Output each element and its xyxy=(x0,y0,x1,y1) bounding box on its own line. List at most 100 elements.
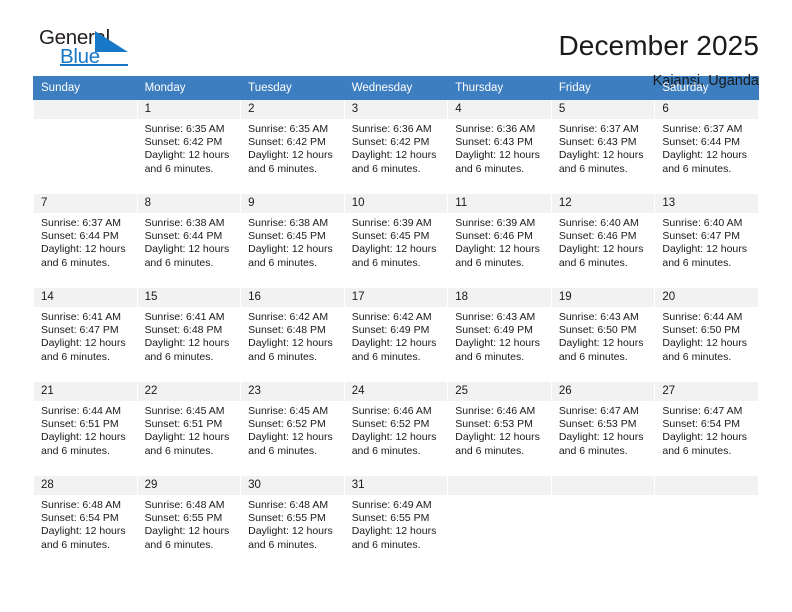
calendar-day-cell[interactable]: 7 Sunrise: 6:37 AM Sunset: 6:44 PM Daylight… xyxy=(33,194,138,284)
daylight-text-line2: and 6 minutes. xyxy=(558,162,628,175)
page-title: December 2025 xyxy=(558,30,759,61)
day-cell-inner: 12 Sunrise: 6:40 AM Sunset: 6:46 PM Dayligh… xyxy=(551,194,655,284)
day-number xyxy=(551,476,655,495)
calendar-day-cell[interactable]: 26 Sunrise: 6:47 AM Sunset: 6:53 PM Dayligh… xyxy=(550,382,656,472)
day-cell-inner: 25 Sunrise: 6:46 AM Sunset: 6:53 PM Dayligh… xyxy=(448,382,551,472)
general-blue-logo[interactable]: General Blue xyxy=(33,27,153,76)
sunrise-text: Sunrise: 6:47 AM xyxy=(662,405,743,417)
sunrise-text: Sunrise: 6:37 AM xyxy=(41,217,121,229)
daylight-text-line2: and 6 minutes. xyxy=(41,350,110,363)
daylight-text-line2: and 6 minutes. xyxy=(662,162,732,175)
sunrise-text: Sunrise: 6:35 AM xyxy=(144,123,225,135)
calendar-day-cell[interactable]: 18 Sunrise: 6:43 AM Sunset: 6:49 PM Dayligh… xyxy=(447,288,552,378)
day-cell-inner xyxy=(448,476,551,566)
calendar-day-cell[interactable]: 13 Sunrise: 6:40 AM Sunset: 6:47 PM Dayligh… xyxy=(654,194,759,284)
sunset-text: Sunset: 6:53 PM xyxy=(455,418,533,431)
day-cell-inner: 11 Sunrise: 6:39 AM Sunset: 6:46 PM Dayligh… xyxy=(448,194,551,284)
day-number: 23 xyxy=(241,382,344,401)
calendar-day-cell[interactable]: 8 Sunrise: 6:38 AM Sunset: 6:44 PM Daylight… xyxy=(136,194,242,284)
sunset-text: Sunset: 6:42 PM xyxy=(248,136,326,149)
calendar-day-cell[interactable]: 12 Sunrise: 6:40 AM Sunset: 6:46 PM Dayligh… xyxy=(550,194,656,284)
day-sun-info: Sunrise: 6:36 AM Sunset: 6:43 PM Daylight:… xyxy=(448,119,551,176)
day-sun-info: Sunrise: 6:47 AM Sunset: 6:53 PM Daylight:… xyxy=(552,401,655,458)
day-sun-info: Sunrise: 6:48 AM Sunset: 6:55 PM Daylight:… xyxy=(138,495,241,552)
day-cell-inner: 30 Sunrise: 6:48 AM Sunset: 6:55 PM Dayligh… xyxy=(241,476,344,566)
daylight-text-line1: Daylight: 12 hours xyxy=(248,525,333,538)
day-cell-inner: 15 Sunrise: 6:41 AM Sunset: 6:48 PM Dayligh… xyxy=(137,288,241,378)
calendar-day-cell[interactable]: 22 Sunrise: 6:45 AM Sunset: 6:51 PM Dayligh… xyxy=(136,382,242,472)
calendar-day-cell[interactable]: 19 Sunrise: 6:43 AM Sunset: 6:50 PM Dayligh… xyxy=(550,288,656,378)
daylight-text-line1: Daylight: 12 hours xyxy=(662,337,748,350)
day-number: 30 xyxy=(241,476,344,495)
sunrise-text: Sunrise: 6:47 AM xyxy=(558,405,639,417)
day-number: 22 xyxy=(137,382,241,401)
daylight-text-line1: Daylight: 12 hours xyxy=(662,149,748,162)
day-number: 9 xyxy=(241,194,344,213)
calendar-day-cell[interactable]: 29 Sunrise: 6:48 AM Sunset: 6:55 PM Dayligh… xyxy=(136,476,242,566)
sunrise-text: Sunrise: 6:42 AM xyxy=(248,311,329,323)
calendar-day-cell[interactable]: 11 Sunrise: 6:39 AM Sunset: 6:46 PM Dayligh… xyxy=(447,194,552,284)
day-number: 17 xyxy=(344,288,448,307)
daylight-text-line2: and 6 minutes. xyxy=(662,444,732,457)
day-cell-inner: 29 Sunrise: 6:48 AM Sunset: 6:55 PM Dayligh… xyxy=(137,476,241,566)
calendar-day-cell[interactable]: 10 Sunrise: 6:39 AM Sunset: 6:45 PM Dayligh… xyxy=(343,194,449,284)
calendar-day-cell[interactable]: 25 Sunrise: 6:46 AM Sunset: 6:53 PM Dayligh… xyxy=(447,382,552,472)
day-number: 26 xyxy=(551,382,655,401)
calendar-day-cell[interactable]: 24 Sunrise: 6:46 AM Sunset: 6:52 PM Dayligh… xyxy=(343,382,449,472)
sunrise-text: Sunrise: 6:36 AM xyxy=(351,123,432,135)
calendar-day-cell[interactable]: 21 Sunrise: 6:44 AM Sunset: 6:51 PM Dayligh… xyxy=(33,382,138,472)
sunset-text: Sunset: 6:42 PM xyxy=(351,136,430,149)
calendar-day-cell[interactable]: 17 Sunrise: 6:42 AM Sunset: 6:49 PM Dayligh… xyxy=(343,288,449,378)
daylight-text-line2: and 6 minutes. xyxy=(351,444,421,457)
calendar-day-cell[interactable]: 27 Sunrise: 6:47 AM Sunset: 6:54 PM Dayligh… xyxy=(654,382,759,472)
day-sun-info: Sunrise: 6:36 AM Sunset: 6:42 PM Daylight:… xyxy=(345,119,448,176)
daylight-text-line1: Daylight: 12 hours xyxy=(144,337,230,350)
day-number: 11 xyxy=(448,194,551,213)
calendar-day-cell[interactable]: 28 Sunrise: 6:48 AM Sunset: 6:54 PM Dayligh… xyxy=(33,476,138,566)
calendar-day-cell[interactable]: 5 Sunrise: 6:37 AM Sunset: 6:43 PM Daylight… xyxy=(550,99,656,190)
daylight-text-line2: and 6 minutes. xyxy=(144,538,214,551)
calendar-day-cell[interactable]: 23 Sunrise: 6:45 AM Sunset: 6:52 PM Dayligh… xyxy=(240,382,345,472)
calendar-day-cell[interactable]: 14 Sunrise: 6:41 AM Sunset: 6:47 PM Dayligh… xyxy=(33,288,138,378)
calendar-day-cell[interactable]: 15 Sunrise: 6:41 AM Sunset: 6:48 PM Dayligh… xyxy=(136,288,242,378)
day-cell-inner: 14 Sunrise: 6:41 AM Sunset: 6:47 PM Dayligh… xyxy=(34,288,137,378)
sunset-text: Sunset: 6:55 PM xyxy=(248,512,326,525)
sunset-text: Sunset: 6:52 PM xyxy=(248,418,326,431)
calendar-day-cell[interactable]: 31 Sunrise: 6:49 AM Sunset: 6:55 PM Dayligh… xyxy=(343,476,449,566)
day-sun-info: Sunrise: 6:39 AM Sunset: 6:46 PM Daylight:… xyxy=(448,213,551,270)
calendar-day-cell[interactable]: 30 Sunrise: 6:48 AM Sunset: 6:55 PM Dayligh… xyxy=(240,476,345,566)
sunset-text: Sunset: 6:55 PM xyxy=(351,512,430,525)
day-cell-inner: 2 Sunrise: 6:35 AM Sunset: 6:42 PM Daylight… xyxy=(241,100,344,190)
calendar-week-row: 28 Sunrise: 6:48 AM Sunset: 6:54 PM Dayligh… xyxy=(33,476,759,566)
calendar-day-cell[interactable]: 2 Sunrise: 6:35 AM Sunset: 6:42 PM Daylight… xyxy=(240,99,345,190)
weekday-header-wednesday: Wednesday xyxy=(343,76,449,100)
sunset-text: Sunset: 6:50 PM xyxy=(662,324,741,337)
calendar-day-cell[interactable]: 4 Sunrise: 6:36 AM Sunset: 6:43 PM Daylight… xyxy=(447,99,552,190)
calendar-empty-cell xyxy=(654,476,759,566)
day-cell-inner xyxy=(551,476,655,566)
day-sun-info: Sunrise: 6:38 AM Sunset: 6:44 PM Daylight:… xyxy=(138,213,241,270)
logo-underline xyxy=(60,64,128,66)
daylight-text-line1: Daylight: 12 hours xyxy=(351,431,437,444)
calendar-day-cell[interactable]: 6 Sunrise: 6:37 AM Sunset: 6:44 PM Daylight… xyxy=(654,99,759,190)
calendar-day-cell[interactable]: 3 Sunrise: 6:36 AM Sunset: 6:42 PM Daylight… xyxy=(343,99,449,190)
day-sun-info: Sunrise: 6:39 AM Sunset: 6:45 PM Daylight:… xyxy=(345,213,448,270)
day-number: 31 xyxy=(344,476,448,495)
daylight-text-line2: and 6 minutes. xyxy=(144,256,214,269)
calendar-day-cell[interactable]: 16 Sunrise: 6:42 AM Sunset: 6:48 PM Dayligh… xyxy=(240,288,345,378)
sunrise-text: Sunrise: 6:37 AM xyxy=(558,123,639,135)
sunset-text: Sunset: 6:46 PM xyxy=(558,230,637,243)
sunset-text: Sunset: 6:46 PM xyxy=(455,230,533,243)
sunset-text: Sunset: 6:55 PM xyxy=(144,512,223,525)
calendar-week-row: 14 Sunrise: 6:41 AM Sunset: 6:47 PM Dayligh… xyxy=(33,288,759,378)
daylight-text-line2: and 6 minutes. xyxy=(144,444,214,457)
sunrise-text: Sunrise: 6:48 AM xyxy=(144,499,225,511)
calendar-table: Sunday Monday Tuesday Wednesday Thursday… xyxy=(33,76,759,566)
calendar-day-cell[interactable]: 1 Sunrise: 6:35 AM Sunset: 6:42 PM Daylight… xyxy=(136,99,242,190)
day-sun-info: Sunrise: 6:37 AM Sunset: 6:43 PM Daylight:… xyxy=(552,119,655,176)
calendar-day-cell[interactable]: 9 Sunrise: 6:38 AM Sunset: 6:45 PM Daylight… xyxy=(240,194,345,284)
calendar-day-cell[interactable]: 20 Sunrise: 6:44 AM Sunset: 6:50 PM Dayligh… xyxy=(654,288,759,378)
sunset-text: Sunset: 6:50 PM xyxy=(558,324,637,337)
day-cell-inner: 10 Sunrise: 6:39 AM Sunset: 6:45 PM Dayligh… xyxy=(344,194,448,284)
daylight-text-line1: Daylight: 12 hours xyxy=(351,337,437,350)
